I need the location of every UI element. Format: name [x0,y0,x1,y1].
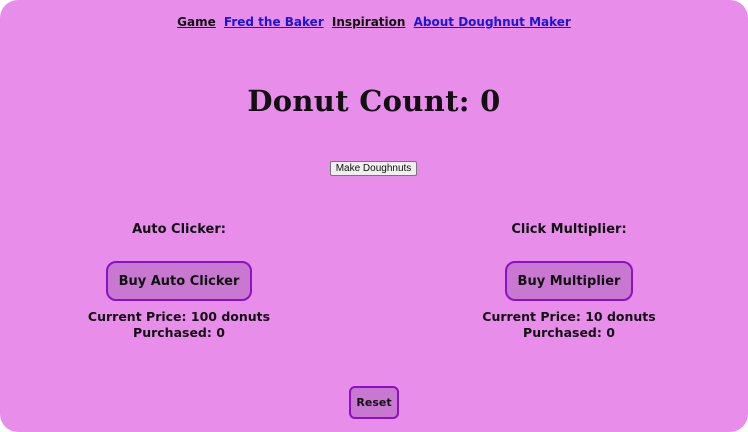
nav-link-game[interactable]: Game [177,15,216,29]
auto-clicker-section: Auto Clicker: Buy Auto Clicker Current P… [49,222,309,341]
buy-auto-clicker-button[interactable]: Buy Auto Clicker [105,261,253,301]
nav-link-inspiration[interactable]: Inspiration [332,15,406,29]
multiplier-heading: Click Multiplier: [511,222,627,237]
multiplier-info: Current Price: 10 donuts Purchased: 0 [439,309,699,341]
reset-button[interactable]: Reset [349,386,399,419]
auto-clicker-purchased: Purchased: 0 [133,325,225,340]
multiplier-price: Current Price: 10 donuts [482,309,656,324]
multiplier-section: Click Multiplier: Buy Multiplier Current… [439,222,699,341]
nav-link-fred-the-baker[interactable]: Fred the Baker [224,15,324,29]
donut-count-title: Donut Count: 0 [247,84,501,118]
buy-multiplier-button[interactable]: Buy Multiplier [504,261,634,301]
auto-clicker-info: Current Price: 100 donuts Purchased: 0 [49,309,309,341]
top-nav: Game Fred the Baker Inspiration About Do… [0,15,748,29]
auto-clicker-price: Current Price: 100 donuts [87,309,271,324]
multiplier-purchased: Purchased: 0 [523,325,615,340]
auto-clicker-heading: Auto Clicker: [132,222,226,237]
nav-link-about[interactable]: About Doughnut Maker [414,15,571,29]
make-doughnuts-button[interactable]: Make Doughnuts [330,161,417,176]
page: Game Fred the Baker Inspiration About Do… [0,0,748,432]
